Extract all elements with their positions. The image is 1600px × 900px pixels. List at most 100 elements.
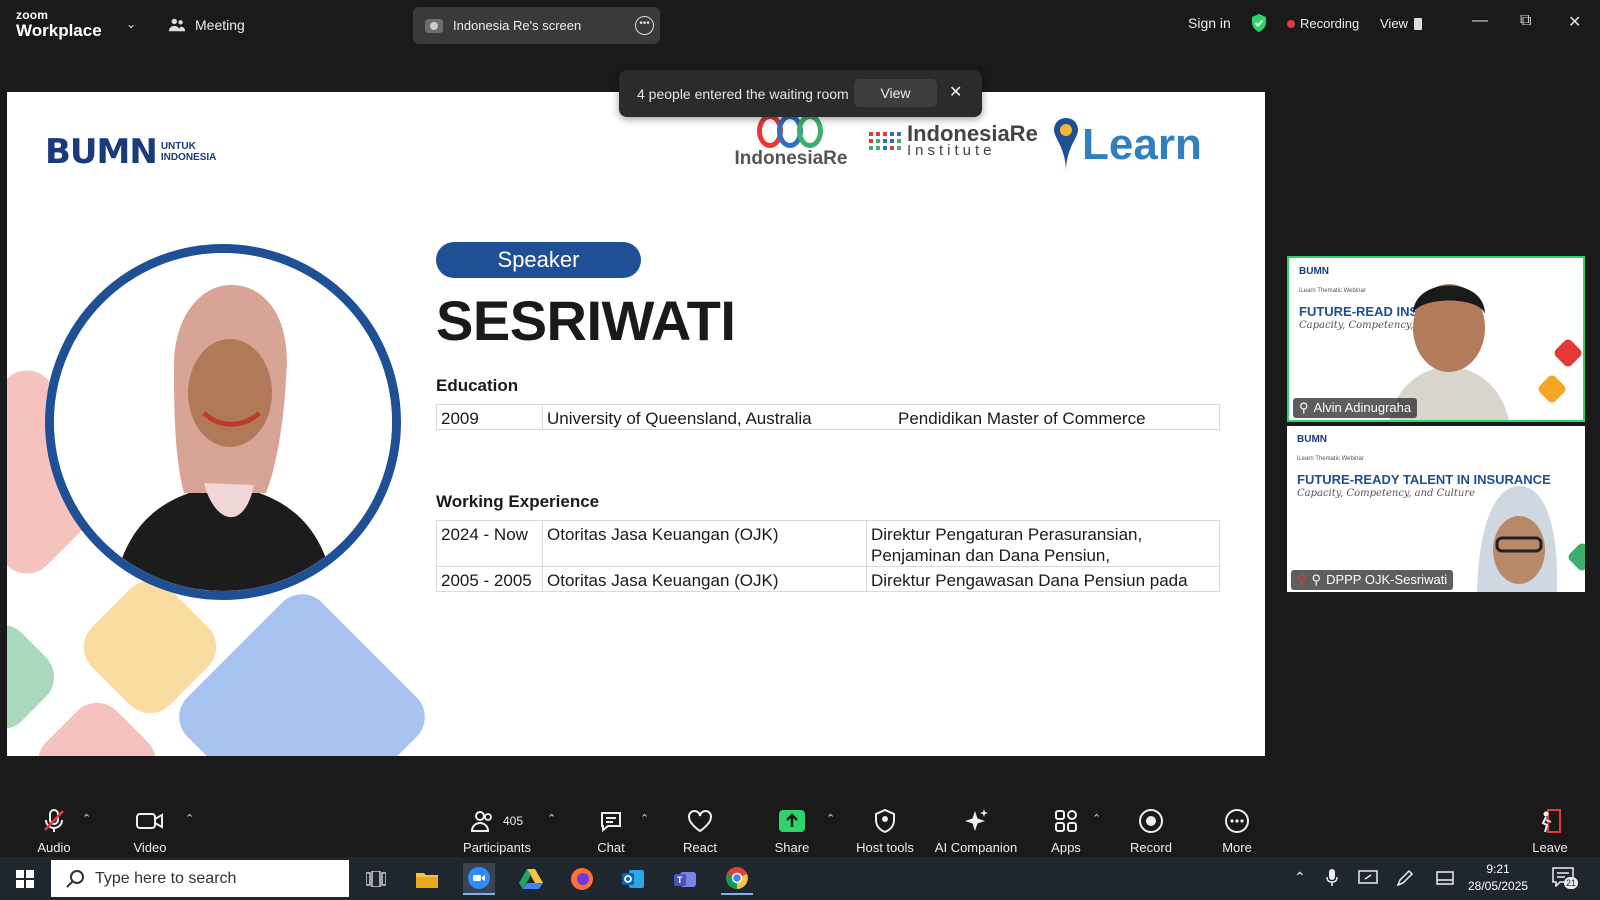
bumn-tagline-2: INDONESIA xyxy=(160,152,217,163)
apps-button[interactable]: Apps xyxy=(1050,808,1082,855)
screen-share-icon xyxy=(425,18,443,33)
chat-bubble-icon xyxy=(601,812,621,833)
windows-taskbar: Type here to search T ⌃ 9:21 28/05/2025 … xyxy=(0,857,1600,900)
more-button[interactable]: More xyxy=(1220,808,1254,855)
react-button[interactable]: React xyxy=(682,808,718,855)
participants-button[interactable]: 405 Participants xyxy=(462,808,532,855)
speaker-name: SESRIWATI xyxy=(436,289,736,352)
tile-tagline: Capacity, Competency, and Culture xyxy=(1297,488,1476,499)
tray-screen-share-icon[interactable] xyxy=(1358,870,1378,886)
heart-icon xyxy=(688,810,712,833)
experience-period: 2024 - Now xyxy=(441,525,528,544)
record-button[interactable]: Record xyxy=(1128,808,1174,855)
firefox-icon[interactable] xyxy=(566,863,598,895)
participants-options-caret-icon[interactable]: ⌃ xyxy=(547,812,556,825)
close-icon[interactable]: ✕ xyxy=(1568,12,1581,32)
chat-button[interactable]: Chat xyxy=(596,808,626,855)
institute-dots-icon xyxy=(869,132,901,150)
more-options-icon[interactable]: ••• xyxy=(635,16,654,35)
experience-org: Otoritas Jasa Keuangan (OJK) xyxy=(542,567,866,591)
leave-label: Leave xyxy=(1532,840,1568,855)
search-icon xyxy=(66,870,84,888)
tray-overflow-caret-icon[interactable]: ⌃ xyxy=(1294,869,1306,886)
indonesia-re-institute-logo: IndonesiaRe Institute xyxy=(869,123,1038,158)
record-icon xyxy=(1139,809,1163,833)
taskbar-search-box[interactable]: Type here to search xyxy=(51,860,349,897)
notification-close-icon[interactable]: ✕ xyxy=(949,82,962,102)
muted-mic-icon: ⚲ xyxy=(1297,572,1307,587)
video-tile-active-speaker[interactable]: BUMN iLearn Thematic Webinar FUTURE-READ… xyxy=(1287,256,1585,422)
speaker-label-pill: Speaker xyxy=(436,242,641,278)
audio-button[interactable]: Audio xyxy=(34,808,74,855)
education-institution: University of Queensland, Australia xyxy=(542,405,888,429)
notification-center-icon[interactable]: 21 xyxy=(1552,867,1579,889)
chat-options-caret-icon[interactable]: ⌃ xyxy=(640,812,649,825)
recording-indicator[interactable]: Recording xyxy=(1287,16,1359,31)
decor-green xyxy=(1566,541,1585,573)
tile-bumn-logo: BUMN xyxy=(1297,434,1327,445)
tray-pen-icon[interactable] xyxy=(1396,869,1414,887)
chrome-icon[interactable] xyxy=(721,863,753,895)
outlook-icon[interactable] xyxy=(617,863,649,895)
video-tile[interactable]: BUMN iLearn Thematic Webinar FUTURE-READ… xyxy=(1287,426,1585,592)
ai-companion-button[interactable]: AI Companion xyxy=(933,808,1019,855)
tile-subtitle: iLearn Thematic Webinar xyxy=(1299,288,1366,294)
host-tools-button[interactable]: Host tools xyxy=(855,808,915,855)
meeting-label: Meeting xyxy=(195,17,245,33)
tray-mic-icon[interactable] xyxy=(1326,869,1338,887)
view-waiting-room-button[interactable]: View xyxy=(854,79,937,107)
file-explorer-icon[interactable] xyxy=(411,863,443,895)
clock-time: 9:21 xyxy=(1486,862,1510,876)
view-button[interactable]: View xyxy=(1380,16,1422,31)
google-drive-icon[interactable] xyxy=(515,863,547,895)
participant-name: Alvin Adinugraha xyxy=(1313,400,1412,415)
bumn-tagline-1: UNTUK xyxy=(160,141,196,152)
chat-label: Chat xyxy=(597,840,625,855)
bumn-tagline: UNTUK INDONESIA xyxy=(161,141,217,163)
task-view-icon[interactable] xyxy=(360,863,392,895)
audio-options-caret-icon[interactable]: ⌃ xyxy=(82,812,91,825)
decor-shape-blue xyxy=(167,582,437,756)
experience-role: Direktur Pengawasan Dana Pensiun pada xyxy=(866,567,1221,591)
clock-date: 28/05/2025 xyxy=(1468,879,1529,893)
recording-label: Recording xyxy=(1300,16,1360,31)
teams-icon[interactable]: T xyxy=(669,863,701,895)
experience-row: 2024 - Now Otoritas Jasa Keuangan (OJK) … xyxy=(436,520,1220,567)
windows-start-icon[interactable] xyxy=(16,870,34,888)
chevron-down-icon[interactable]: ⌄ xyxy=(126,17,136,31)
leave-button[interactable]: Leave xyxy=(1532,808,1568,855)
search-placeholder: Type here to search xyxy=(95,869,237,887)
encryption-shield-icon[interactable] xyxy=(1250,13,1268,33)
sign-in-link[interactable]: Sign in xyxy=(1188,15,1231,31)
apps-grid-icon xyxy=(1055,810,1077,832)
decor-red xyxy=(1552,337,1583,369)
zoom-taskbar-icon[interactable] xyxy=(463,863,495,895)
host-shield-icon xyxy=(875,809,895,833)
zoom-window: zoom Workplace ⌄ Meeting Indonesia Re's … xyxy=(0,0,1600,857)
apps-options-caret-icon[interactable]: ⌃ xyxy=(1092,812,1101,825)
video-button[interactable]: Video xyxy=(130,808,170,855)
more-label: More xyxy=(1222,840,1252,855)
host-tools-label: Host tools xyxy=(856,840,914,855)
zoom-logo: zoom Workplace xyxy=(16,9,102,39)
participant-video-alvin xyxy=(1389,284,1509,420)
participants-label: Participants xyxy=(463,840,531,855)
screen-share-indicator[interactable]: Indonesia Re's screen ••• xyxy=(413,7,660,44)
screen-share-label: Indonesia Re's screen xyxy=(453,18,582,33)
experience-role-line-1: Direktur Pengaturan Perasuransian, xyxy=(871,525,1143,544)
restore-icon[interactable]: ⧉ xyxy=(1520,12,1531,30)
tray-display-icon[interactable] xyxy=(1436,871,1454,885)
participant-name: DPPP OJK-Sesriwati xyxy=(1326,572,1448,587)
education-year: 2009 xyxy=(441,409,479,428)
indonesia-re-logo-text: IndonesiaRe xyxy=(734,148,848,169)
meeting-menu[interactable]: Meeting xyxy=(168,16,245,34)
waiting-room-notification: 4 people entered the waiting room View ✕ xyxy=(619,70,982,117)
share-button[interactable]: Share xyxy=(774,808,810,855)
brand-top: zoom xyxy=(16,8,49,22)
experience-org: Otoritas Jasa Keuangan (OJK) xyxy=(542,521,866,566)
video-options-caret-icon[interactable]: ⌃ xyxy=(185,812,194,825)
share-options-caret-icon[interactable]: ⌃ xyxy=(826,812,835,825)
indonesia-re-logo: IndonesiaRe xyxy=(731,110,851,170)
minimize-icon[interactable]: — xyxy=(1472,12,1488,30)
taskbar-clock[interactable]: 9:21 28/05/2025 xyxy=(1468,861,1528,895)
